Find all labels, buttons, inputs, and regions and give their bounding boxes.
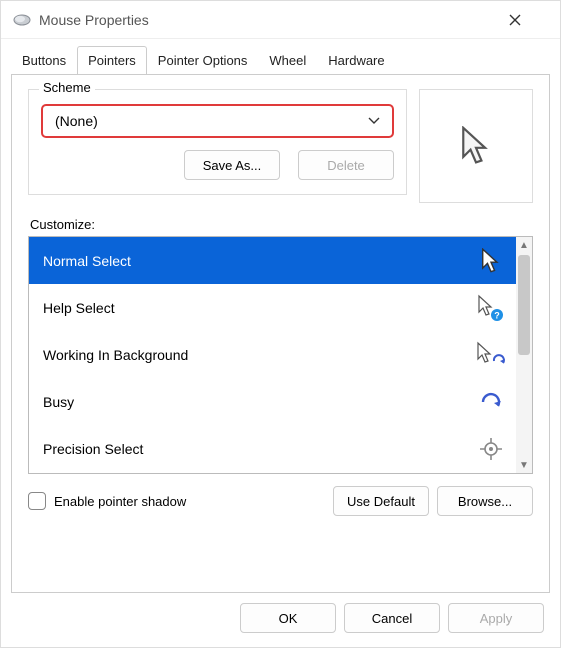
list-item-label: Help Select (43, 300, 115, 316)
scrollbar-thumb[interactable] (518, 255, 530, 355)
checkbox-box (28, 492, 46, 510)
list-scrollbar[interactable]: ▲ ▼ (516, 237, 532, 473)
list-item-label: Normal Select (43, 253, 131, 269)
scroll-up-icon[interactable]: ▲ (516, 237, 532, 253)
cancel-button[interactable]: Cancel (344, 603, 440, 633)
cursor-arrow-icon (476, 246, 506, 276)
pointer-preview (419, 89, 533, 203)
chevron-down-icon (368, 117, 380, 125)
list-item-label: Precision Select (43, 441, 143, 457)
scheme-legend: Scheme (39, 80, 95, 95)
customize-label: Customize: (30, 217, 533, 232)
list-item-busy[interactable]: Busy (29, 379, 516, 426)
list-item-label: Working In Background (43, 347, 188, 363)
tab-wheel[interactable]: Wheel (258, 46, 317, 75)
scheme-dropdown[interactable]: (None) (41, 104, 394, 138)
list-item-normal-select[interactable]: Normal Select (29, 237, 516, 284)
scheme-fieldset: Scheme (None) Save As... Delete (28, 89, 407, 195)
cursor-arrow-spinner-icon (476, 340, 506, 370)
list-item-working-background[interactable]: Working In Background (29, 331, 516, 378)
tab-hardware[interactable]: Hardware (317, 46, 395, 75)
delete-button[interactable]: Delete (298, 150, 394, 180)
tab-pointer-options[interactable]: Pointer Options (147, 46, 259, 75)
cursor-spinner-icon (476, 387, 506, 417)
tab-strip: Buttons Pointers Pointer Options Wheel H… (1, 39, 560, 74)
ok-button[interactable]: OK (240, 603, 336, 633)
list-item-precision-select[interactable]: Precision Select (29, 426, 516, 473)
window-title: Mouse Properties (39, 12, 508, 28)
enable-pointer-shadow-checkbox[interactable]: Enable pointer shadow (28, 492, 186, 510)
tab-buttons[interactable]: Buttons (11, 46, 77, 75)
dialog-button-bar: OK Cancel Apply (1, 593, 560, 647)
tab-pointers[interactable]: Pointers (77, 46, 147, 75)
apply-button[interactable]: Apply (448, 603, 544, 633)
cursor-crosshair-icon (476, 434, 506, 464)
mouse-icon (13, 13, 31, 27)
scroll-down-icon[interactable]: ▼ (516, 457, 532, 473)
list-item-help-select[interactable]: Help Select ? (29, 284, 516, 331)
close-button[interactable] (508, 13, 548, 27)
mouse-properties-dialog: Mouse Properties Buttons Pointers Pointe… (0, 0, 561, 648)
cursor-arrow-icon (460, 126, 492, 166)
save-as-button[interactable]: Save As... (184, 150, 280, 180)
checkbox-label: Enable pointer shadow (54, 494, 186, 509)
svg-text:?: ? (494, 310, 500, 320)
pointer-list: Normal Select Help Select ? (28, 236, 533, 474)
scheme-selected-value: (None) (55, 113, 98, 129)
list-item-label: Busy (43, 394, 74, 410)
tab-panel-pointers: Scheme (None) Save As... Delete Customi (11, 74, 550, 593)
browse-button[interactable]: Browse... (437, 486, 533, 516)
use-default-button[interactable]: Use Default (333, 486, 429, 516)
titlebar: Mouse Properties (1, 1, 560, 39)
cursor-arrow-help-icon: ? (476, 293, 506, 323)
